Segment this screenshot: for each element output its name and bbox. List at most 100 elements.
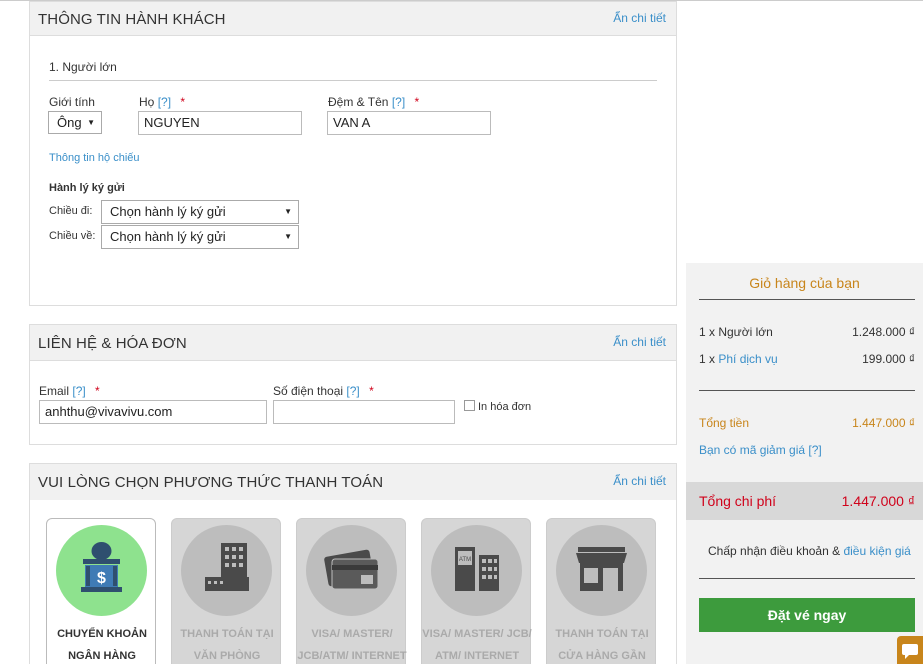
cart-divider (699, 299, 915, 300)
passport-info-link[interactable]: Thông tin hộ chiếu (49, 152, 140, 164)
required-mark: * (369, 384, 374, 398)
cart-item-adult-price: 1.248.000 ₫ (852, 325, 915, 339)
name-label: Đệm & Tên (328, 95, 389, 109)
email-input[interactable]: anhthu@vivavivu.com (39, 400, 267, 424)
surname-input[interactable]: NGUYEN (138, 111, 302, 135)
payment-panel-title: VUI LÒNG CHỌN PHƯƠNG THỨC THANH TOÁN (38, 474, 384, 491)
total-label: Tổng chi phí (699, 493, 777, 509)
phone-help-link[interactable]: [?] (346, 384, 359, 398)
contact-panel: LIÊN HỆ & HÓA ĐƠN Ẩn chi tiết Email [?] … (29, 324, 677, 445)
payment-method-line1: THANH TOÁN TẠI (555, 628, 649, 640)
cart-sidebar: Giỏ hàng của bạn 1 x Người lớn 1.248.000… (686, 263, 923, 664)
required-mark: * (180, 95, 186, 109)
payment-method-line2: VĂN PHÒNG (193, 650, 261, 662)
payment-method-line1: VISA/ MASTER/ JCB/ (422, 628, 532, 640)
payment-method-line2: JCB/ATM/ INTERNET (297, 650, 407, 662)
cart-divider (699, 390, 915, 391)
office-building-icon (181, 525, 272, 616)
invoice-label: In hóa đơn (478, 401, 532, 413)
total-value: 1.447.000 ₫ (841, 493, 915, 509)
outbound-label: Chiều đi: (49, 205, 93, 217)
payment-method-office[interactable]: THANH TOÁN TẠI VĂN PHÒNG (171, 518, 281, 664)
promo-code-link[interactable]: Bạn có mã giảm giá (699, 443, 805, 457)
phone-label-group: Số điện thoại [?] * (273, 384, 374, 398)
invoice-checkbox[interactable] (464, 400, 475, 411)
contact-panel-header: LIÊN HỆ & HÓA ĐƠN Ẩn chi tiết (30, 325, 676, 361)
cart-item-service-price: 199.000 ₫ (862, 352, 915, 366)
surname-help-link[interactable]: [?] (158, 95, 171, 109)
payment-method-label: VISA/ MASTER/ JCB/ATM/ INTERNET (297, 623, 407, 664)
chevron-down-icon: ▼ (87, 118, 95, 127)
phone-label: Số điện thoại (273, 384, 344, 398)
payment-method-label: VISA/ MASTER/ JCB/ ATM/ INTERNET (422, 623, 532, 664)
total-bar: Tổng chi phí 1.447.000 ₫ (686, 482, 923, 520)
email-label-group: Email [?] * (39, 384, 100, 398)
atm-icon: ATM (431, 525, 522, 616)
email-help-link[interactable]: [?] (72, 384, 85, 398)
terms-text: Chấp nhận điều khoản & (708, 544, 844, 558)
payment-method-line2: CỬA HÀNG GẦN (558, 650, 646, 662)
bank-icon: $ (56, 525, 147, 616)
cart-item-adult-label: 1 x Người lớn (699, 325, 773, 339)
terms-link[interactable]: điều kiện giá (843, 544, 910, 558)
payment-method-atm[interactable]: ATM VISA/ MASTER/ JCB/ ATM/ INTERNET (421, 518, 532, 664)
outbound-baggage-value: Chọn hành lý ký gửi (110, 204, 226, 219)
payment-method-line2: NGÂN HÀNG (68, 650, 136, 662)
name-help-link[interactable]: [?] (392, 95, 405, 109)
baggage-heading: Hành lý ký gửi (49, 182, 125, 194)
chevron-down-icon: ▼ (284, 232, 292, 241)
service-fee-link[interactable]: Phí dịch vụ (718, 352, 777, 366)
surname-label: Họ (139, 95, 155, 109)
surname-label-group: Họ [?] * (139, 95, 185, 109)
payment-hide-details-link[interactable]: Ẩn chi tiết (613, 474, 666, 488)
payment-method-line2: ATM/ INTERNET (434, 650, 520, 662)
book-now-button[interactable]: Đặt vé ngay (699, 598, 915, 632)
payment-method-label: THANH TOÁN TẠI CỬA HÀNG GẦN (547, 623, 657, 664)
outbound-baggage-select[interactable]: Chọn hành lý ký gửi ▼ (101, 200, 299, 224)
payment-method-label: CHUYỂN KHOẢN NGÂN HÀNG (47, 623, 157, 664)
payment-method-label: THANH TOÁN TẠI VĂN PHÒNG (172, 623, 282, 664)
adult-divider (49, 80, 657, 81)
passenger-panel: THÔNG TIN HÀNH KHÁCH Ẩn chi tiết 1. Ngườ… (29, 1, 677, 306)
passenger-hide-details-link[interactable]: Ẩn chi tiết (613, 11, 666, 25)
name-label-group: Đệm & Tên [?] * (328, 95, 419, 109)
contact-panel-title: LIÊN HỆ & HÓA ĐƠN (38, 335, 187, 352)
required-mark: * (414, 95, 420, 109)
passenger-panel-title: THÔNG TIN HÀNH KHÁCH (38, 11, 226, 28)
payment-method-card[interactable]: VISA/ MASTER/ JCB/ATM/ INTERNET (296, 518, 407, 664)
gender-select[interactable]: Ông ▼ (48, 111, 102, 134)
promo-code-row: Bạn có mã giảm giá [?] (699, 443, 822, 457)
payment-method-line1: THANH TOÁN TẠI (180, 628, 274, 640)
chevron-down-icon: ▼ (284, 207, 292, 216)
subtotal-label: Tổng tiền (699, 416, 750, 430)
return-label: Chiều về: (49, 230, 96, 242)
passenger-panel-header: THÔNG TIN HÀNH KHÁCH Ẩn chi tiết (30, 2, 676, 36)
contact-panel-body: Email [?] * anhthu@vivavivu.com Số điện … (30, 361, 676, 444)
adult-heading: 1. Người lớn (49, 60, 117, 74)
cart-item-service-prefix: 1 x (699, 352, 719, 366)
phone-input[interactable] (273, 400, 455, 424)
contact-hide-details-link[interactable]: Ẩn chi tiết (613, 335, 666, 349)
svg-text:ATM: ATM (459, 557, 471, 563)
email-label: Email (39, 384, 70, 398)
passenger-panel-body: 1. Người lớn Giới tính Ông ▼ Họ [?] * NG… (30, 36, 676, 305)
svg-text:$: $ (97, 570, 106, 587)
return-baggage-select[interactable]: Chọn hành lý ký gửi ▼ (101, 225, 299, 249)
payment-panel-header: VUI LÒNG CHỌN PHƯƠNG THỨC THANH TOÁN Ẩn … (30, 464, 676, 500)
payment-method-line1: VISA/ MASTER/ (311, 628, 393, 640)
store-icon (556, 525, 647, 616)
name-input[interactable]: VAN A (327, 111, 491, 135)
cart-divider (699, 578, 915, 579)
credit-card-icon (306, 525, 397, 616)
payment-method-bank-transfer[interactable]: $ CHUYỂN KHOẢN NGÂN HÀNG (46, 518, 156, 664)
cart-item-service: 1 x Phí dịch vụ (699, 352, 778, 366)
terms-row: Chấp nhận điều khoản & điều kiện giá (708, 544, 911, 558)
chat-icon[interactable] (897, 636, 923, 664)
return-baggage-value: Chọn hành lý ký gửi (110, 229, 226, 244)
required-mark: * (95, 384, 100, 398)
gender-value: Ông (57, 115, 82, 130)
gender-label: Giới tính (49, 95, 95, 109)
promo-help-link[interactable]: [?] (808, 443, 821, 457)
payment-method-line1: CHUYỂN KHOẢN (57, 628, 147, 640)
payment-method-store[interactable]: THANH TOÁN TẠI CỬA HÀNG GẦN (546, 518, 656, 664)
